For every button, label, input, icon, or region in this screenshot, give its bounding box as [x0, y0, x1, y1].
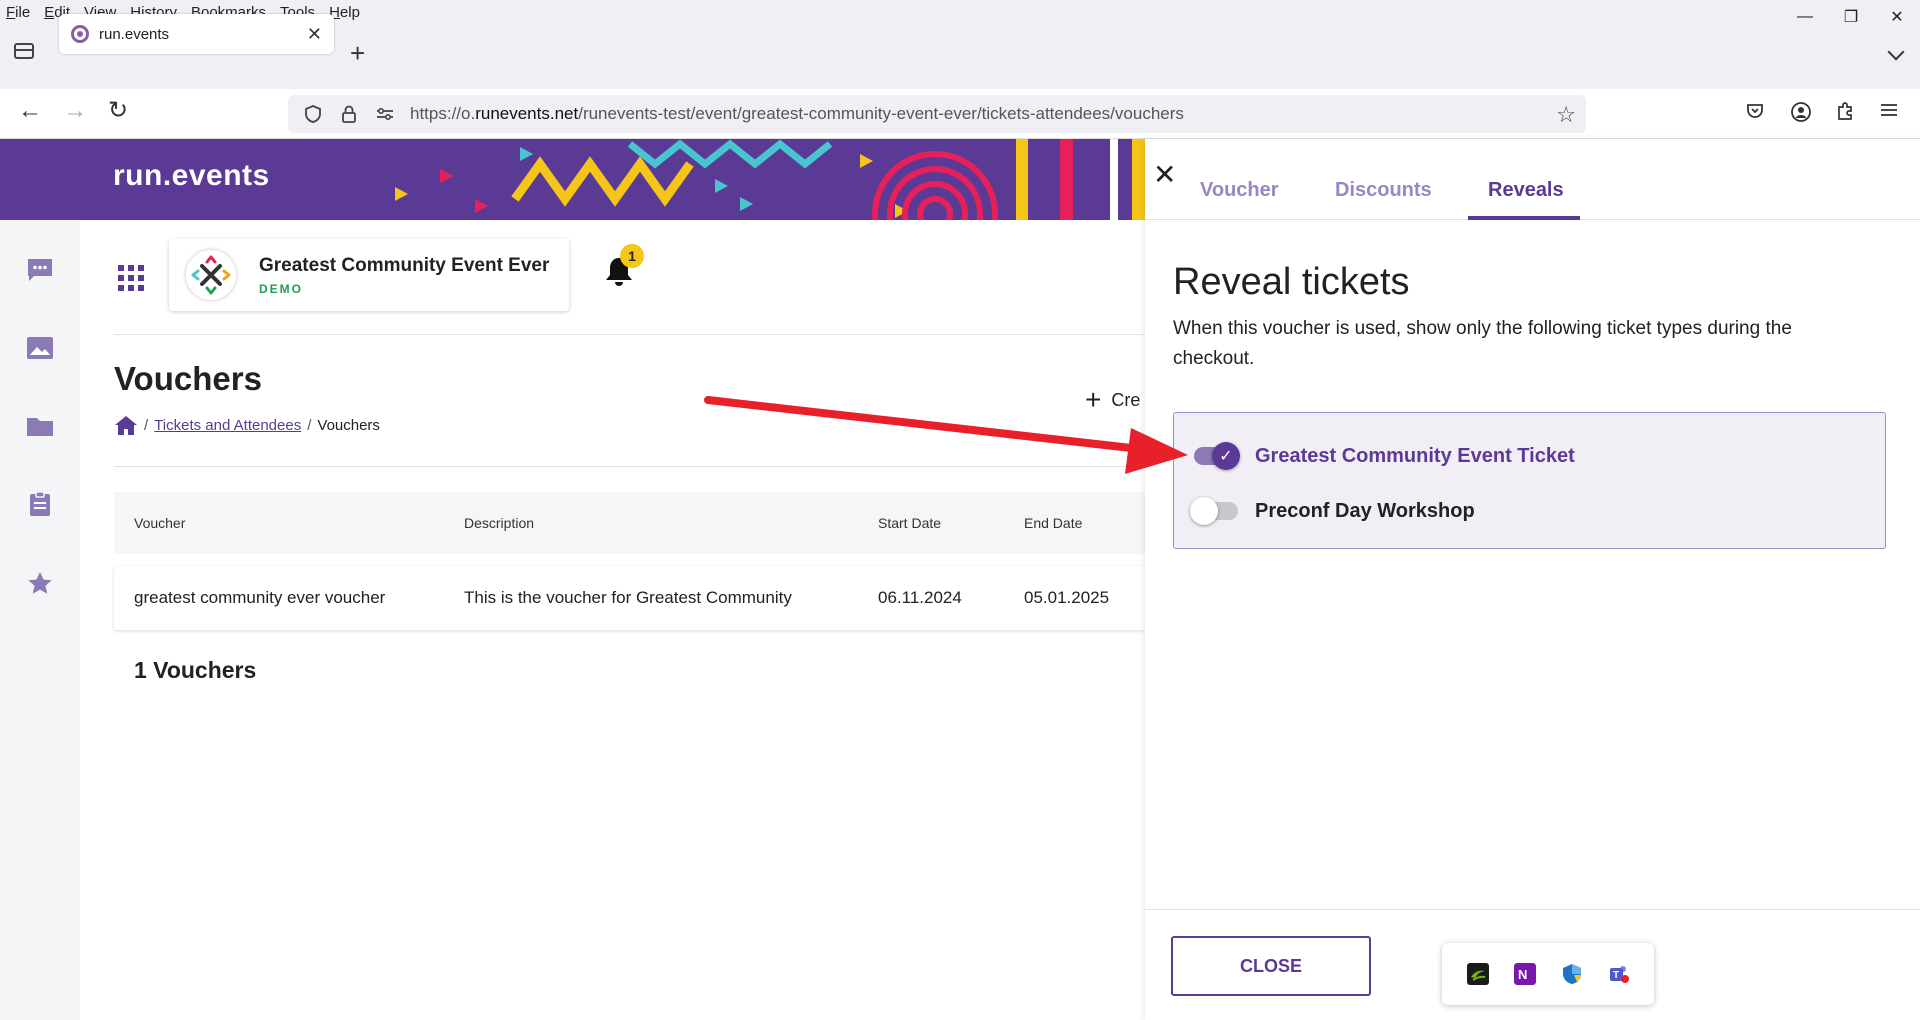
app: run.events Greatest Community Event Ever…	[0, 139, 1920, 1020]
notification-count-badge: 1	[620, 244, 644, 268]
event-selector[interactable]: Greatest Community Event Ever DEMO	[169, 239, 569, 311]
tab-close-icon[interactable]: ✕	[307, 24, 322, 45]
table-header: Voucher Description Start Date End Date	[114, 492, 1145, 554]
reveal-tickets-description: When this voucher is used, show only the…	[1173, 318, 1792, 369]
column-header-description[interactable]: Description	[464, 515, 534, 531]
browser-tab-title: run.events	[99, 25, 170, 43]
apps-grid-icon[interactable]	[118, 265, 144, 291]
divider	[114, 334, 1145, 335]
create-voucher-label: Cre	[1111, 389, 1141, 410]
sidebar	[0, 220, 80, 1020]
column-header-end-date[interactable]: End Date	[1024, 515, 1082, 531]
drawer-tabs: ✕ Voucher Discounts Reveals	[1145, 139, 1920, 220]
tab-list-icon[interactable]	[14, 43, 34, 59]
teams-icon[interactable]: T	[1608, 963, 1630, 985]
ticket-toggle-row[interactable]: ✓ Greatest Community Event Ticket	[1194, 441, 1575, 471]
shield-icon[interactable]	[302, 103, 324, 125]
defender-shield-icon[interactable]	[1561, 963, 1583, 985]
voucher-start-date-cell: 06.11.2024	[878, 588, 962, 607]
tab-discounts[interactable]: Discounts	[1335, 179, 1432, 202]
tab-voucher[interactable]: Voucher	[1200, 179, 1279, 202]
forward-button[interactable]: →	[63, 99, 87, 123]
demo-badge: DEMO	[259, 282, 303, 296]
extensions-icon[interactable]	[1835, 101, 1855, 127]
vouchers-table: Voucher Description Start Date End Date …	[114, 492, 1145, 630]
toggle-knob	[1190, 497, 1218, 525]
folder-icon[interactable]	[26, 413, 54, 439]
account-icon[interactable]	[1790, 101, 1812, 129]
main-content: Greatest Community Event Ever DEMO 1 Vou…	[80, 220, 1145, 1020]
browser-tab[interactable]: run.events ✕	[59, 14, 334, 54]
voucher-end-date-cell: 05.01.2025	[1024, 588, 1110, 607]
ticket-toggle-switch[interactable]: ✓	[1194, 442, 1240, 470]
event-title: Greatest Community Event Ever	[259, 255, 550, 276]
onenote-icon[interactable]: N	[1513, 963, 1536, 985]
divider	[114, 466, 1145, 467]
check-icon: ✓	[1212, 442, 1240, 470]
url-text: https://o.runevents.net/runevents-test/e…	[410, 104, 1184, 123]
menu-file[interactable]: File	[0, 4, 37, 21]
drawer-close-icon[interactable]: ✕	[1153, 161, 1176, 189]
taskbar-overflow-tray: N T	[1442, 943, 1654, 1005]
page-title: Vouchers	[114, 360, 262, 397]
breadcrumb-vouchers: Vouchers	[317, 416, 380, 434]
star-icon[interactable]	[26, 570, 54, 596]
breadcrumb: / Tickets and Attendees / Vouchers	[114, 414, 380, 436]
image-icon[interactable]	[26, 335, 54, 361]
voucher-drawer: ✕ Voucher Discounts Reveals Reveal ticke…	[1145, 139, 1920, 1020]
ticket-toggle-row[interactable]: Preconf Day Workshop	[1190, 496, 1475, 526]
tab-reveals[interactable]: Reveals	[1488, 179, 1564, 202]
close-button[interactable]: CLOSE	[1171, 936, 1371, 996]
voucher-count: 1 Vouchers	[134, 657, 257, 683]
header-banner: run.events	[0, 139, 1145, 220]
ticket-toggle-label[interactable]: Preconf Day Workshop	[1255, 500, 1475, 523]
favicon-icon	[71, 25, 89, 43]
ticket-toggle-label[interactable]: Greatest Community Event Ticket	[1255, 445, 1575, 468]
site-permissions-icon[interactable]	[374, 103, 396, 125]
event-logo	[186, 250, 236, 300]
column-header-start-date[interactable]: Start Date	[878, 515, 941, 531]
voucher-description-cell: This is the voucher for Greatest Communi…	[464, 588, 792, 607]
reveal-tickets-title: Reveal tickets	[1173, 261, 1410, 303]
column-header-voucher[interactable]: Voucher	[134, 515, 185, 531]
url-bar[interactable]: https://o.runevents.net/runevents-test/e…	[288, 95, 1586, 133]
svg-text:N: N	[1518, 967, 1527, 982]
lock-icon[interactable]	[338, 103, 360, 125]
app-menu-icon[interactable]	[1880, 101, 1898, 124]
navigation-bar: ← → ↻ https://o.runevents.net/runevents-…	[0, 89, 1920, 139]
create-voucher-button[interactable]: + Cre	[1085, 386, 1140, 414]
ticket-toggle-switch[interactable]	[1190, 497, 1238, 525]
drawer-footer-divider	[1145, 909, 1920, 910]
active-tab-indicator	[1468, 216, 1580, 220]
reload-button[interactable]: ↻	[108, 99, 128, 123]
back-button[interactable]: ←	[18, 99, 42, 123]
bookmark-star-icon[interactable]: ☆	[1556, 102, 1576, 128]
clipboard-icon[interactable]	[26, 491, 54, 517]
new-tab-button[interactable]: +	[350, 40, 365, 66]
table-row[interactable]: greatest community ever voucher This is …	[114, 566, 1145, 630]
brand-logo[interactable]: run.events	[113, 159, 270, 193]
chat-icon[interactable]	[26, 257, 54, 283]
nvidia-icon[interactable]	[1466, 963, 1489, 985]
plus-icon: +	[1085, 384, 1102, 415]
breadcrumb-tickets-and-attendees[interactable]: Tickets and Attendees	[154, 417, 301, 434]
pocket-icon[interactable]	[1745, 101, 1765, 127]
ticket-types-box: ✓ Greatest Community Event Ticket Precon…	[1173, 412, 1886, 549]
svg-text:T: T	[1613, 970, 1619, 981]
home-icon[interactable]	[114, 414, 138, 436]
voucher-name-cell: greatest community ever voucher	[134, 588, 386, 607]
